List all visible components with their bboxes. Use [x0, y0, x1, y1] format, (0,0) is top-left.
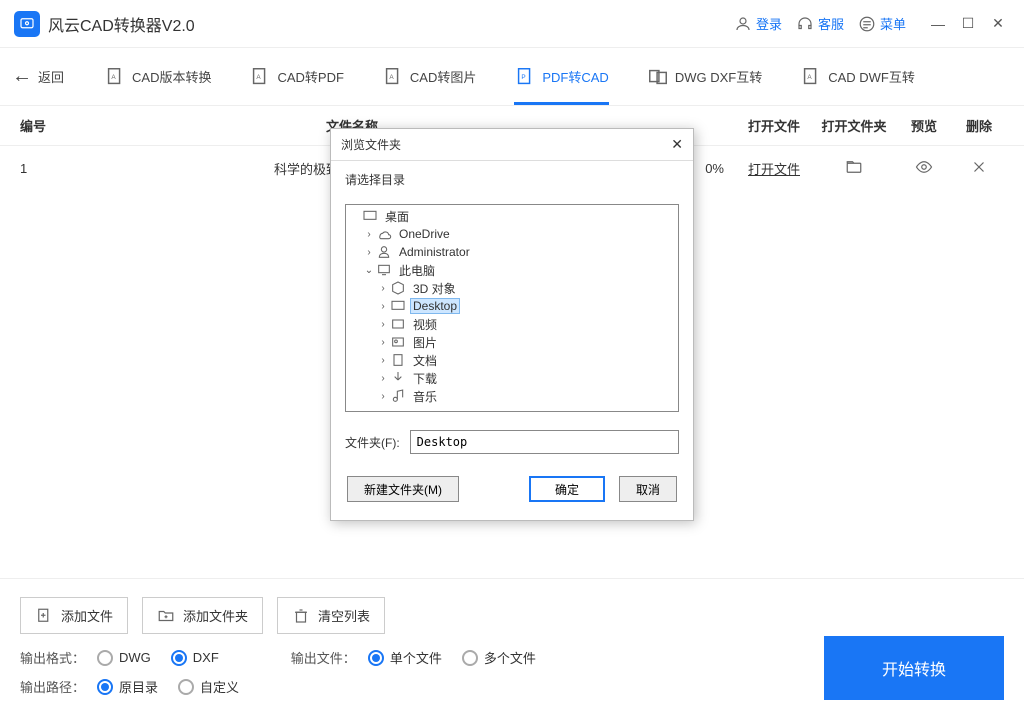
- cloud-icon: [376, 227, 392, 241]
- download-icon: [390, 371, 406, 385]
- music-icon: [390, 389, 406, 403]
- ok-button[interactable]: 确定: [529, 476, 605, 502]
- new-folder-button[interactable]: 新建文件夹(M): [347, 476, 459, 502]
- tree-item-3d[interactable]: ›3D 对象: [348, 279, 676, 297]
- dialog-title: 浏览文件夹: [341, 136, 401, 153]
- tree-item-onedrive[interactable]: ›OneDrive: [348, 225, 676, 243]
- desktop-icon: [362, 209, 378, 223]
- user-icon: [376, 245, 392, 259]
- tree-item-downloads[interactable]: ›下载: [348, 369, 676, 387]
- tree-item-desktop-en[interactable]: ›Desktop: [348, 297, 676, 315]
- doc-icon: [390, 353, 406, 367]
- tree-item-video[interactable]: ›视频: [348, 315, 676, 333]
- tree-item-pictures[interactable]: ›图片: [348, 333, 676, 351]
- tree-item-desktop[interactable]: 桌面: [348, 207, 676, 225]
- dialog-close-button[interactable]: ✕: [671, 136, 683, 153]
- browse-folder-dialog: 浏览文件夹 ✕ 请选择目录 桌面 ›OneDrive ›Administrato…: [330, 128, 694, 521]
- tree-item-docs[interactable]: ›文档: [348, 351, 676, 369]
- pc-icon: [376, 263, 392, 277]
- folder-field-label: 文件夹(F):: [345, 434, 400, 451]
- dialog-subtitle: 请选择目录: [345, 171, 679, 188]
- folder-field[interactable]: [410, 430, 679, 454]
- cancel-button[interactable]: 取消: [619, 476, 677, 502]
- dialog-overlay: 浏览文件夹 ✕ 请选择目录 桌面 ›OneDrive ›Administrato…: [0, 0, 1024, 720]
- image-icon: [390, 335, 406, 349]
- tree-item-admin[interactable]: ›Administrator: [348, 243, 676, 261]
- tree-item-thispc[interactable]: ⌄此电脑: [348, 261, 676, 279]
- cube-icon: [390, 281, 406, 295]
- video-icon: [390, 317, 406, 331]
- tree-item-music[interactable]: ›音乐: [348, 387, 676, 405]
- folder-tree[interactable]: 桌面 ›OneDrive ›Administrator ⌄此电脑 ›3D 对象 …: [345, 204, 679, 412]
- desktop-icon: [390, 299, 406, 313]
